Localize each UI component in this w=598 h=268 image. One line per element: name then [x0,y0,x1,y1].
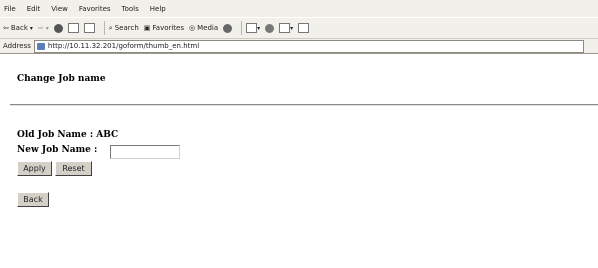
history-button[interactable] [223,23,233,33]
edit-button[interactable]: ▾ [279,23,293,33]
back-button[interactable]: Back [17,192,49,207]
new-job-name-label: New Job Name : [17,145,98,155]
chevron-down-icon: ▾ [290,24,294,32]
chevron-down-icon: ▾ [29,24,33,32]
browser-chrome: File Edit View Favorites Tools Help ⇦ Ba… [0,0,598,54]
media-button[interactable]: ◎ Media [189,24,218,32]
mail-icon [246,23,258,33]
toolbar-separator [103,21,105,35]
back-nav-label: Back [10,24,28,32]
divider [10,104,598,106]
page-icon [36,42,45,50]
back-arrow-icon: ⇦ [3,24,9,32]
forward-nav-button[interactable]: ⇨ ▾ [38,24,49,32]
refresh-icon [67,23,79,33]
chevron-down-icon: ▾ [45,24,49,32]
history-icon [223,23,233,33]
address-url: http://10.11.32.201/goform/thumb_en.html [47,42,200,50]
address-bar: Address http://10.11.32.201/goform/thumb… [0,39,598,54]
menu-favorites[interactable]: Favorites [79,5,111,13]
search-label: Search [114,24,139,32]
print-icon [265,23,275,33]
refresh-button[interactable] [67,23,79,33]
edit-icon [279,23,291,33]
menu-bar: File Edit View Favorites Tools Help [0,0,598,17]
media-icon: ◎ [189,24,196,32]
discuss-button[interactable] [298,23,310,33]
chevron-down-icon: ▾ [257,24,261,32]
menu-help[interactable]: Help [150,5,166,13]
toolbar: ⇦ Back ▾ ⇨ ▾ ⌕ Search ▣ Favorites ◎ Medi… [0,17,598,39]
favorites-button[interactable]: ▣ Favorites [144,24,184,32]
menu-tools[interactable]: Tools [122,5,139,13]
apply-button[interactable]: Apply [17,161,52,176]
reset-button[interactable]: Reset [55,161,92,176]
old-job-name-label: Old Job Name : ABC [17,130,119,140]
page-content: Change Job name Old Job Name : ABC New J… [0,62,598,268]
mail-button[interactable]: ▾ [246,23,260,33]
search-button[interactable]: ⌕ Search [109,24,139,33]
stop-button[interactable] [53,23,63,33]
new-job-name-input[interactable] [110,145,180,159]
forward-arrow-icon: ⇨ [37,24,44,32]
home-button[interactable] [83,23,95,33]
favorites-label: Favorites [152,24,185,32]
toolbar-separator [241,21,243,35]
menu-edit[interactable]: Edit [27,5,41,13]
stop-icon [53,23,63,33]
discuss-icon [298,23,310,33]
print-button[interactable] [265,23,275,33]
address-label: Address [3,42,31,50]
page-title: Change Job name [17,74,106,84]
back-nav-button[interactable]: ⇦ Back ▾ [3,24,33,32]
address-input[interactable]: http://10.11.32.201/goform/thumb_en.html [33,39,584,53]
favorites-icon: ▣ [143,24,151,32]
home-icon [83,23,95,33]
menu-file[interactable]: File [4,5,16,13]
menu-view[interactable]: View [51,5,68,13]
media-label: Media [197,24,219,32]
search-icon: ⌕ [108,23,113,32]
